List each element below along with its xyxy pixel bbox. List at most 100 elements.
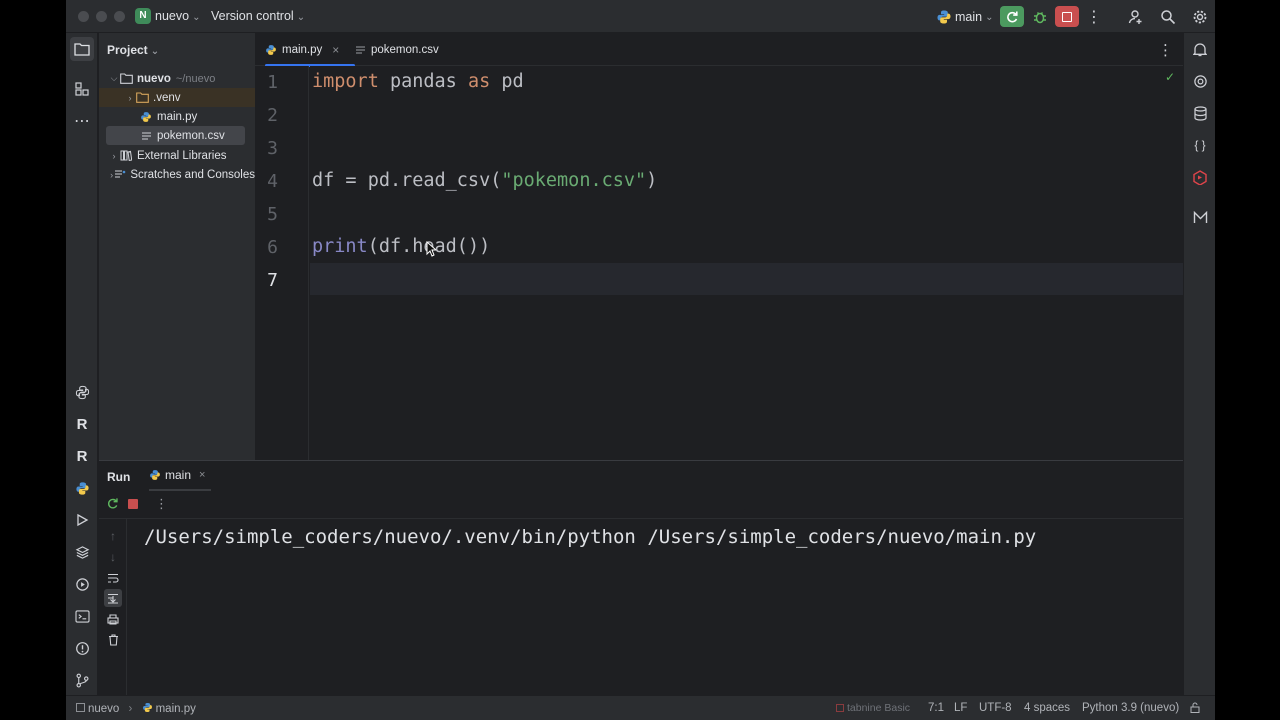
inspection-ok-icon[interactable]: ✓ (1165, 70, 1175, 84)
more-options-icon[interactable]: ⋮ (155, 496, 168, 512)
trash-icon[interactable] (104, 631, 122, 649)
project-panel-title: Project (107, 43, 148, 57)
tree-item-label: External Libraries (137, 149, 227, 162)
run-config-selector[interactable]: main ⌄ (936, 9, 993, 25)
run-tab-main[interactable]: main × (149, 461, 211, 491)
database-icon[interactable] (1188, 101, 1212, 125)
status-bar: nuevo › main.py tabnine Basic 7:1 LF UTF… (66, 695, 1215, 720)
current-line-number: 7 (267, 270, 278, 291)
arrow-up-icon[interactable]: ↑ (104, 527, 122, 545)
project-folder-icon[interactable] (70, 37, 94, 61)
breadcrumb: nuevo › main.py (76, 702, 196, 715)
window-zoom-button[interactable] (114, 11, 125, 22)
close-icon[interactable]: × (332, 43, 339, 57)
scroll-to-end-icon[interactable] (104, 589, 122, 607)
run-tool-icon[interactable] (70, 508, 94, 532)
rerun-icon[interactable] (106, 497, 119, 513)
print-icon[interactable] (104, 610, 122, 628)
more-tools-icon[interactable]: ⋯ (70, 109, 94, 133)
window-close-button[interactable] (78, 11, 89, 22)
tabnine-icon[interactable] (1188, 165, 1212, 189)
git-icon[interactable] (70, 668, 94, 692)
code-editor[interactable]: import pandas as pd df = pd.read_csv("pok… (310, 66, 1183, 460)
stop-button[interactable] (1055, 6, 1079, 27)
more-actions-icon[interactable]: ⋮ (1085, 8, 1103, 26)
tree-item-label: main.py (157, 110, 198, 123)
debug-button[interactable] (1028, 6, 1052, 27)
terminal-icon[interactable] (70, 604, 94, 628)
search-icon[interactable] (1159, 8, 1177, 26)
chevron-right-icon: › (128, 92, 132, 103)
text-file-icon (139, 130, 153, 142)
notifications-bell-icon[interactable] (1188, 37, 1212, 61)
right-tool-strip: { } (1183, 33, 1215, 695)
tree-item-label: Scratches and Consoles (130, 168, 255, 181)
tree-item-pokemon-csv[interactable]: pokemon.csv (106, 126, 245, 145)
python-interpreter[interactable]: Python 3.9 (nuevo) (1082, 702, 1179, 714)
tree-item-path-hint: ~/nuevo (175, 72, 216, 85)
r-tools-icon[interactable]: R (70, 444, 94, 468)
version-control-menu[interactable]: Version control ⌄ (211, 9, 305, 23)
close-icon[interactable]: × (199, 469, 205, 481)
run-tab-label: main (165, 468, 192, 482)
soft-wrap-icon[interactable] (104, 569, 122, 587)
chevron-down-icon: ⌄ (296, 12, 306, 23)
run-console-output[interactable]: /Users/simple_coders/nuevo/.venv/bin/pyt… (144, 526, 1036, 548)
chevron-right-icon: › (128, 703, 133, 715)
tab-actions-icon[interactable]: ⋮ (1158, 41, 1173, 59)
tree-item-venv[interactable]: › .venv (99, 88, 255, 107)
structure-icon[interactable] (70, 77, 94, 101)
python-icon (150, 470, 160, 480)
tree-item-label: .venv (153, 91, 181, 104)
chevron-down-icon: ⌄ (985, 11, 994, 23)
left-tool-strip: ⋯ R R (66, 33, 98, 695)
problems-icon[interactable] (70, 636, 94, 660)
run-toolbar: ⋮ (99, 491, 1183, 519)
tab-pokemon-csv[interactable]: pokemon.csv (355, 33, 439, 66)
arrow-down-icon[interactable]: ↓ (104, 548, 122, 566)
indent-setting[interactable]: 4 spaces (1024, 702, 1070, 714)
stop-icon[interactable] (128, 499, 138, 509)
tree-item-nuevo[interactable]: ⌵ nuevo ~/nuevo (99, 69, 255, 88)
line-ending[interactable]: LF (954, 702, 967, 714)
markdown-m-icon[interactable] (1188, 205, 1212, 229)
layers-icon[interactable] (70, 540, 94, 564)
line-number: 4 (267, 171, 278, 192)
project-badge[interactable]: N (135, 8, 151, 24)
project-panel-header[interactable]: Project ⌄ (107, 43, 159, 57)
tree-item-scratches[interactable]: › Scratches and Consoles (99, 165, 255, 184)
tab-label: main.py (282, 43, 323, 56)
tab-main-py[interactable]: main.py × (265, 33, 355, 67)
rerun-button[interactable] (1000, 6, 1024, 27)
services-icon[interactable] (70, 572, 94, 596)
tabnine-status[interactable]: tabnine Basic (836, 702, 910, 714)
tabnine-icon (836, 704, 844, 712)
settings-gear-icon[interactable] (1191, 8, 1209, 26)
line-number: 5 (267, 204, 278, 225)
python-console-icon[interactable] (70, 476, 94, 500)
file-encoding[interactable]: UTF-8 (979, 702, 1012, 714)
ide-window: N nuevo ⌄ Version control ⌄ main ⌄ ⋮ ⋯ R… (66, 0, 1215, 720)
ai-assistant-icon[interactable] (1188, 69, 1212, 93)
account-icon[interactable] (1127, 8, 1145, 26)
breadcrumb-file[interactable]: main.py (156, 703, 196, 715)
run-tool-window: Run main × ⋮ ↑ ↓ /Users/simple_coders/nu… (99, 460, 1183, 696)
code-token: df = pd.read_csv( (312, 170, 502, 191)
code-token: pd (490, 71, 524, 92)
project-switcher[interactable]: nuevo ⌄ (155, 9, 200, 23)
caret-position[interactable]: 7:1 (928, 702, 944, 714)
chevron-down-icon: ⌵ (110, 73, 118, 83)
lock-icon[interactable] (1190, 702, 1200, 716)
chevron-down-icon: ⌄ (150, 46, 160, 57)
chevron-down-icon: ⌄ (192, 12, 201, 23)
python-file-icon (266, 44, 276, 55)
breadcrumb-project[interactable]: nuevo (88, 703, 119, 715)
tree-item-external-libraries[interactable]: › External Libraries (99, 146, 255, 165)
code-line: df = pd.read_csv("pokemon.csv") (312, 170, 657, 191)
python-packages-icon[interactable] (70, 380, 94, 404)
tree-item-main-py[interactable]: main.py (99, 107, 255, 126)
r-console-icon[interactable]: R (70, 412, 94, 436)
window-minimize-button[interactable] (96, 11, 107, 22)
line-number: 1 (267, 72, 278, 93)
json-braces-icon[interactable]: { } (1188, 133, 1212, 157)
